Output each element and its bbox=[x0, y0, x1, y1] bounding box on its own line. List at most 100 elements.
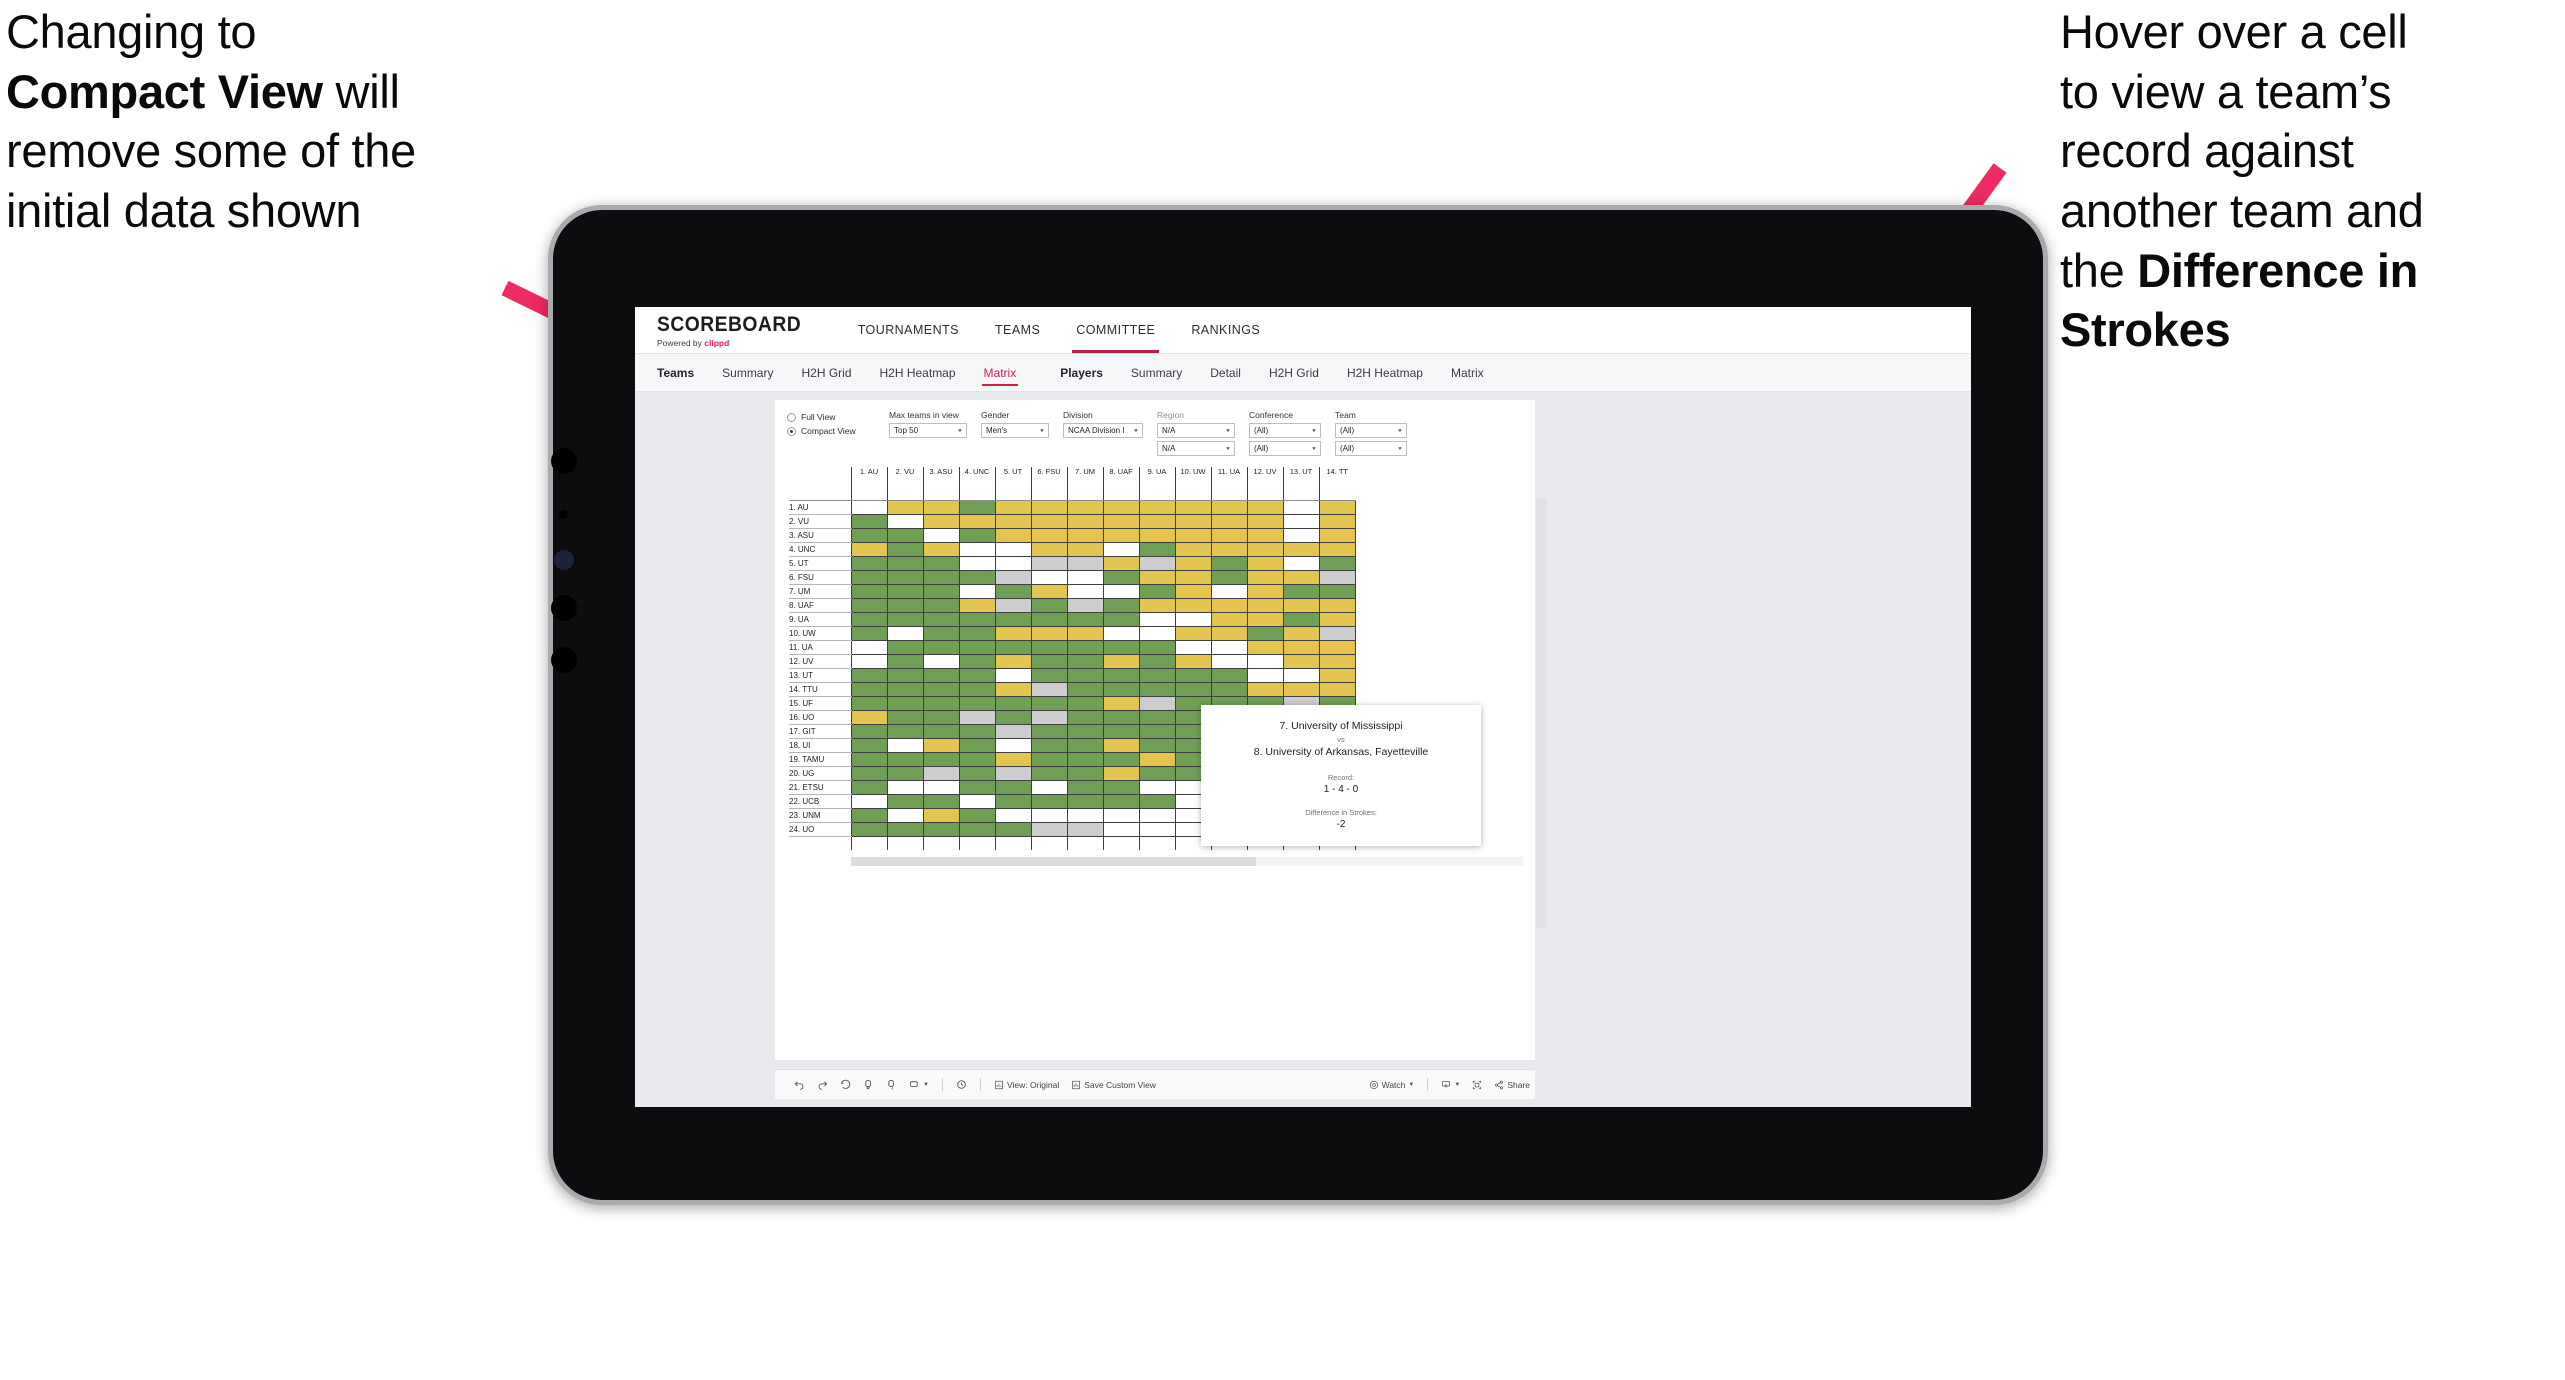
matrix-cell[interactable] bbox=[958, 528, 996, 543]
revert-icon[interactable] bbox=[835, 1074, 856, 1096]
matrix-cell[interactable] bbox=[958, 626, 996, 641]
matrix-cell[interactable] bbox=[1318, 584, 1356, 599]
matrix-cell[interactable] bbox=[922, 500, 960, 515]
matrix-cell[interactable] bbox=[1030, 696, 1068, 711]
matrix-cell[interactable] bbox=[1282, 500, 1320, 515]
subnav-teams-summary[interactable]: Summary bbox=[708, 354, 787, 392]
matrix-cell[interactable] bbox=[1318, 528, 1356, 543]
matrix-cell[interactable] bbox=[1102, 822, 1140, 837]
matrix-cell[interactable] bbox=[1210, 514, 1248, 529]
matrix-cell[interactable] bbox=[1246, 626, 1284, 641]
matrix-cell[interactable] bbox=[886, 542, 924, 557]
matrix-cell[interactable] bbox=[958, 766, 996, 781]
matrix-cell[interactable] bbox=[1066, 640, 1104, 655]
matrix-cell[interactable] bbox=[1066, 598, 1104, 613]
matrix-cell[interactable] bbox=[850, 752, 888, 767]
matrix-cell[interactable] bbox=[1102, 710, 1140, 725]
matrix-cell[interactable] bbox=[850, 696, 888, 711]
matrix-cell[interactable] bbox=[1138, 584, 1176, 599]
matrix-cell[interactable] bbox=[1138, 626, 1176, 641]
tablet-volume-down-button[interactable] bbox=[551, 647, 577, 673]
matrix-cell[interactable] bbox=[922, 514, 960, 529]
matrix-cell[interactable] bbox=[1030, 668, 1068, 683]
matrix-cell[interactable] bbox=[886, 640, 924, 655]
matrix-cell[interactable] bbox=[1318, 668, 1356, 683]
matrix-cell[interactable] bbox=[1066, 766, 1104, 781]
radio-compact-view[interactable]: Compact View bbox=[787, 426, 875, 436]
tablet-volume-up-button[interactable] bbox=[551, 595, 577, 621]
matrix-cell[interactable] bbox=[1030, 724, 1068, 739]
matrix-cell[interactable] bbox=[850, 598, 888, 613]
matrix-cell[interactable] bbox=[1066, 724, 1104, 739]
matrix-cell[interactable] bbox=[1102, 738, 1140, 753]
matrix-cell[interactable] bbox=[922, 696, 960, 711]
filter-gender-select[interactable]: Men's ▼ bbox=[981, 423, 1049, 438]
matrix-cell[interactable] bbox=[1066, 542, 1104, 557]
matrix-cell[interactable] bbox=[1210, 556, 1248, 571]
matrix-cell[interactable] bbox=[1102, 500, 1140, 515]
matrix-cell[interactable] bbox=[1066, 500, 1104, 515]
matrix-cell[interactable] bbox=[1066, 570, 1104, 585]
matrix-cell[interactable] bbox=[1066, 612, 1104, 627]
matrix-cell[interactable] bbox=[1066, 738, 1104, 753]
matrix-cell[interactable] bbox=[958, 794, 996, 809]
matrix-cell[interactable] bbox=[994, 654, 1032, 669]
matrix-cell[interactable] bbox=[1066, 780, 1104, 795]
matrix-cell[interactable] bbox=[1210, 584, 1248, 599]
matrix-cell[interactable] bbox=[994, 682, 1032, 697]
matrix-cell[interactable] bbox=[922, 570, 960, 585]
matrix-cell[interactable] bbox=[1066, 752, 1104, 767]
matrix-cell[interactable] bbox=[850, 514, 888, 529]
matrix-cell[interactable] bbox=[1246, 584, 1284, 599]
matrix-cell[interactable] bbox=[850, 668, 888, 683]
matrix-cell[interactable] bbox=[1282, 570, 1320, 585]
subnav-teams-matrix[interactable]: Matrix bbox=[970, 354, 1031, 392]
matrix-cell[interactable] bbox=[886, 710, 924, 725]
matrix-cell[interactable] bbox=[1246, 514, 1284, 529]
matrix-cell[interactable] bbox=[1066, 654, 1104, 669]
matrix-cell[interactable] bbox=[994, 808, 1032, 823]
matrix-cell[interactable] bbox=[1030, 556, 1068, 571]
matrix-cell[interactable] bbox=[1210, 612, 1248, 627]
matrix-cell[interactable] bbox=[1138, 640, 1176, 655]
matrix-cell[interactable] bbox=[1174, 612, 1212, 627]
matrix-cell[interactable] bbox=[1138, 668, 1176, 683]
matrix-cell[interactable] bbox=[1318, 640, 1356, 655]
matrix-cell[interactable] bbox=[850, 682, 888, 697]
matrix-cell[interactable] bbox=[1282, 626, 1320, 641]
matrix-cell[interactable] bbox=[850, 794, 888, 809]
matrix-cell[interactable] bbox=[922, 752, 960, 767]
fullscreen-icon[interactable] bbox=[1467, 1074, 1487, 1096]
matrix-cell[interactable] bbox=[994, 500, 1032, 515]
matrix-cell[interactable] bbox=[922, 766, 960, 781]
pause-icon[interactable] bbox=[881, 1074, 902, 1096]
matrix-cell[interactable] bbox=[1030, 542, 1068, 557]
matrix-cell[interactable] bbox=[958, 668, 996, 683]
matrix-cell[interactable] bbox=[922, 710, 960, 725]
shape-icon[interactable]: ▼ bbox=[904, 1074, 934, 1096]
matrix-cell[interactable] bbox=[1138, 780, 1176, 795]
matrix-cell[interactable] bbox=[1102, 514, 1140, 529]
matrix-cell[interactable] bbox=[1102, 542, 1140, 557]
matrix-cell[interactable] bbox=[850, 780, 888, 795]
matrix-cell[interactable] bbox=[1030, 682, 1068, 697]
matrix-cell[interactable] bbox=[886, 668, 924, 683]
matrix-cell[interactable] bbox=[922, 626, 960, 641]
matrix-cell[interactable] bbox=[994, 724, 1032, 739]
matrix-cell[interactable] bbox=[1318, 500, 1356, 515]
matrix-cell[interactable] bbox=[1030, 640, 1068, 655]
matrix-cell[interactable] bbox=[958, 514, 996, 529]
matrix-cell[interactable] bbox=[958, 780, 996, 795]
matrix-cell[interactable] bbox=[994, 556, 1032, 571]
matrix-cell[interactable] bbox=[1102, 752, 1140, 767]
matrix-cell[interactable] bbox=[1066, 822, 1104, 837]
view-mode-radio-group[interactable]: Full View Compact View bbox=[787, 410, 875, 440]
matrix-cell[interactable] bbox=[1102, 528, 1140, 543]
matrix-cell[interactable] bbox=[1066, 556, 1104, 571]
matrix-cell[interactable] bbox=[1030, 598, 1068, 613]
matrix-cell[interactable] bbox=[1318, 598, 1356, 613]
matrix-cell[interactable] bbox=[886, 752, 924, 767]
matrix-cell[interactable] bbox=[886, 556, 924, 571]
matrix-cell[interactable] bbox=[1138, 570, 1176, 585]
matrix-horizontal-scroll-thumb[interactable] bbox=[851, 857, 1256, 866]
